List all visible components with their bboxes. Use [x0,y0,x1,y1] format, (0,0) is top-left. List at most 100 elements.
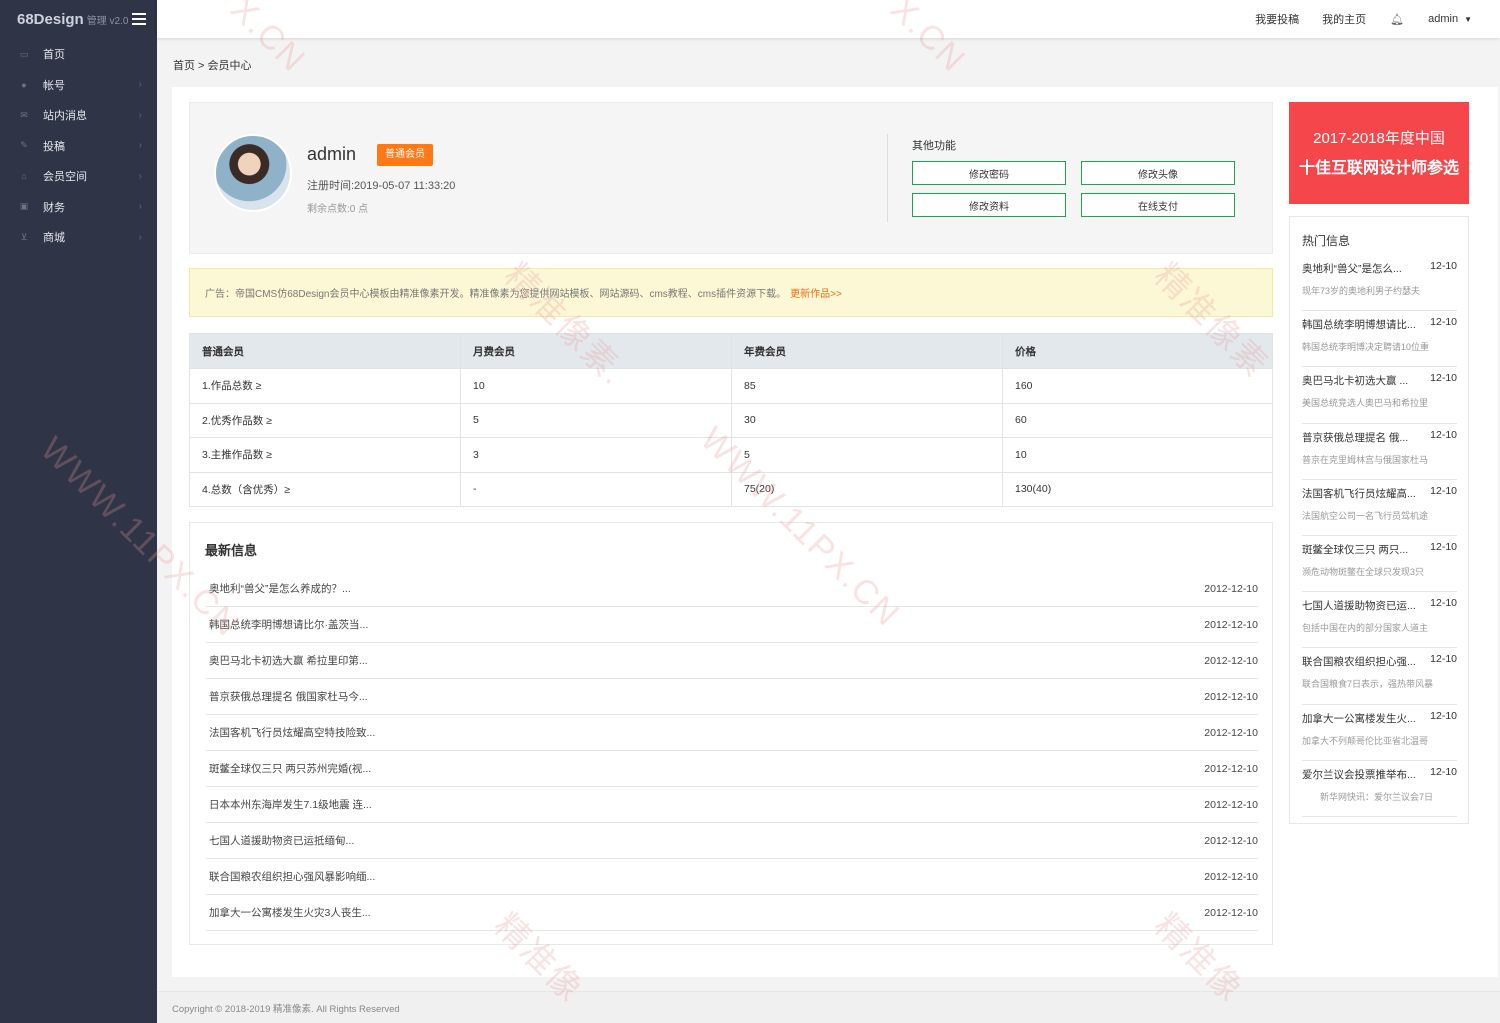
table-header-row: 普通会员 月费会员 年费会员 价格 [189,333,1273,369]
promo-line-1: 2017-2018年度中国 [1313,130,1445,147]
sidebar-item-shop[interactable]: ⊻ 商城 › [0,222,157,253]
list-item[interactable]: 法国客机飞行员炫耀高... 12-10 法国航空公司一名飞行员驾机途 [1302,480,1457,536]
hot-item-title[interactable]: 七国人道援助物资已运... [1302,598,1422,613]
news-date: 2012-12-10 [1204,870,1258,883]
hot-item-date: 12-10 [1430,540,1457,553]
username: admin [1428,13,1459,25]
hot-item-summary: 法国航空公司一名飞行员驾机途 [1302,510,1429,521]
list-item[interactable]: 奥地利“兽父”是怎么... 12-10 现年73岁的奥地利男子约瑟夫 [1302,255,1457,312]
remaining-points: 剩余点数:0 点 [307,204,369,215]
news-title[interactable]: 韩国总统李明博想请比尔·盖茨当... [209,617,368,632]
hot-item-date: 12-10 [1430,316,1457,329]
news-title[interactable]: 日本本州东海岸发生7.1级地震 连... [209,797,372,812]
news-title[interactable]: 法国客机飞行员炫耀高空特技险致... [209,725,375,740]
list-item[interactable]: 加拿大一公寓楼发生火灾3人丧生... 2012-12-10 [206,895,1258,931]
news-title[interactable]: 奥地利“兽父”是怎么养成的？... [209,581,351,596]
change-password-button[interactable]: 修改密码 [912,161,1066,185]
hot-item-title[interactable]: 韩国总统李明博想请比... [1302,317,1422,332]
list-item[interactable]: 联合国粮农组织担心强风暴影响缅... 2012-12-10 [206,859,1258,895]
news-title[interactable]: 联合国粮农组织担心强风暴影响缅... [209,869,375,884]
list-item[interactable]: 爱尔兰议会投票推举布... 12-10 新华网快讯：爱尔兰议会7日 [1302,761,1457,817]
list-item[interactable]: 斑鳖全球仅三只 两只... 12-10 濒危动物斑鳖在全球只发现3只 [1302,536,1457,593]
update-works-link[interactable]: 更新作品>> [790,285,842,300]
news-title[interactable]: 七国人道援助物资已运抵缅甸... [209,833,354,848]
sidebar-item-label: 站内消息 [43,110,87,123]
user-icon: ● [21,79,27,90]
ad-banner: 广告：帝国CMS仿68Design会员中心模板由精准像素开发。精准像素为您提供网… [189,268,1273,317]
hamburger-menu-icon[interactable] [132,13,147,25]
bell-icon[interactable]: 🔔︎ [1390,13,1404,26]
list-item[interactable]: 普京获俄总理提名 俄... 12-10 普京在克里姆林宫与俄国家杜马 [1302,424,1457,480]
submit-work-link[interactable]: 我要投稿 [1255,11,1299,27]
news-list: 奥地利“兽父”是怎么养成的？... 2012-12-10 韩国总统李明博想请比尔·… [206,571,1258,931]
hot-item-title[interactable]: 法国客机飞行员炫耀高... [1302,486,1422,501]
latest-news-title: 最新信息 [205,543,258,558]
table-cell: 60 [1002,402,1273,438]
sidebar-item-home[interactable]: ▭ 首页 [0,39,157,70]
list-item[interactable]: 加拿大一公寓楼发生火... 12-10 加拿大不列颠哥伦比亚省北温哥 [1302,705,1457,761]
column-header: 普通会员 [189,333,461,369]
change-avatar-button[interactable]: 修改头像 [1081,161,1235,185]
hot-item-title[interactable]: 普京获俄总理提名 俄... [1302,430,1422,445]
list-item[interactable]: 日本本州东海岸发生7.1级地震 连... 2012-12-10 [206,787,1258,823]
user-menu[interactable]: admin ▼ [1428,13,1472,25]
list-item[interactable]: 韩国总统李明博想请比... 12-10 韩国总统李明博决定聘请10位重 [1302,311,1457,368]
edit-profile-button[interactable]: 修改资料 [912,193,1066,217]
news-title[interactable]: 奥巴马北卡初选大赢 希拉里印第... [209,653,368,668]
list-item[interactable]: 奥地利“兽父”是怎么养成的？... 2012-12-10 [206,571,1258,607]
sidebar-item-finance[interactable]: ▣ 财务 › [0,192,157,223]
hot-item-summary: 韩国总统李明博决定聘请10位重 [1302,342,1430,353]
logo: 68Design 管理 v2.0 [0,0,157,38]
list-item[interactable]: 法国客机飞行员炫耀高空特技险致... 2012-12-10 [206,715,1258,751]
table-cell: 30 [731,402,1003,438]
hot-item-title[interactable]: 斑鳖全球仅三只 两只... [1302,542,1422,557]
news-title[interactable]: 普京获俄总理提名 俄国家杜马今... [209,689,368,704]
table-cell: 10 [1002,437,1273,473]
caret-down-icon: ▼ [1464,15,1472,24]
hot-item-date: 12-10 [1430,428,1457,441]
sidebar-item-messages[interactable]: ✉ 站内消息 › [0,100,157,131]
my-homepage-link[interactable]: 我的主页 [1322,11,1366,27]
sidebar-item-member-space[interactable]: ⌂ 会员空间 › [0,161,157,192]
table-cell: 10 [460,368,732,404]
list-item[interactable]: 斑鳖全球仅三只 两只苏州完婚(视... 2012-12-10 [206,751,1258,787]
ad-text: 广告：帝国CMS仿68Design会员中心模板由精准像素开发。精准像素为您提供网… [205,289,787,300]
news-date: 2012-12-10 [1204,654,1258,667]
news-title[interactable]: 斑鳖全球仅三只 两只苏州完婚(视... [209,761,371,776]
table-cell: 2.优秀作品数 ≥ [189,402,461,438]
sidebar-item-account[interactable]: ● 帐号 › [0,70,157,101]
list-item[interactable]: 韩国总统李明博想请比尔·盖茨当... 2012-12-10 [206,607,1258,643]
news-date: 2012-12-10 [1204,762,1258,775]
chevron-right-icon: › [138,231,142,243]
list-item[interactable]: 七国人道援助物资已运抵缅甸... 2012-12-10 [206,823,1258,859]
news-date: 2012-12-10 [1204,906,1258,919]
profile-card: admin 普通会员 注册时间:2019-05-07 11:33:20 剩余点数… [189,102,1273,254]
sidebar-item-label: 会员空间 [43,171,87,184]
latest-news-panel: 最新信息 奥地利“兽父”是怎么养成的？... 2012-12-10 韩国总统李明博… [189,522,1273,945]
list-item[interactable]: 七国人道援助物资已运... 12-10 包括中国在内的部分国家人道主 [1302,592,1457,649]
mail-icon: ✉ [20,109,28,120]
table-cell: 5 [731,437,1003,473]
hot-item-title[interactable]: 联合国粮农组织担心强... [1302,654,1422,669]
avatar[interactable] [214,134,292,212]
hot-item-summary: 美国总统竞选人奥巴马和希拉里 [1302,398,1429,409]
list-item[interactable]: 奥巴马北卡初选大赢 希拉里印第... 2012-12-10 [206,643,1258,679]
promo-banner[interactable]: 2017-2018年度中国 十佳互联网设计师参选 [1289,102,1469,204]
sidebar-item-submit[interactable]: ✎ 投稿 › [0,131,157,162]
hot-item-date: 12-10 [1430,372,1457,385]
sidebar-item-label: 商城 [43,232,65,245]
news-title[interactable]: 加拿大一公寓楼发生火灾3人丧生... [209,905,371,920]
hot-item-title[interactable]: 爱尔兰议会投票推举布... [1302,767,1422,782]
list-item[interactable]: 联合国粮农组织担心强... 12-10 联合国粮食7日表示，强热带风暴 [1302,648,1457,705]
news-date: 2012-12-10 [1204,690,1258,703]
hot-item-title[interactable]: 奥地利“兽父”是怎么... [1302,261,1422,276]
list-item[interactable]: 普京获俄总理提名 俄国家杜马今... 2012-12-10 [206,679,1258,715]
online-payment-button[interactable]: 在线支付 [1081,193,1235,217]
hot-item-title[interactable]: 加拿大一公寓楼发生火... [1302,711,1422,726]
cart-icon: ⊻ [20,231,28,242]
hot-item-date: 12-10 [1430,597,1457,610]
hot-item-title[interactable]: 奥巴马北卡初选大赢 ... [1302,373,1422,388]
table-cell: 130(40) [1002,471,1273,507]
list-item[interactable]: 奥巴马北卡初选大赢 ... 12-10 美国总统竞选人奥巴马和希拉里 [1302,367,1457,424]
hot-item-summary: 现年73岁的奥地利男子约瑟夫 [1302,286,1421,296]
